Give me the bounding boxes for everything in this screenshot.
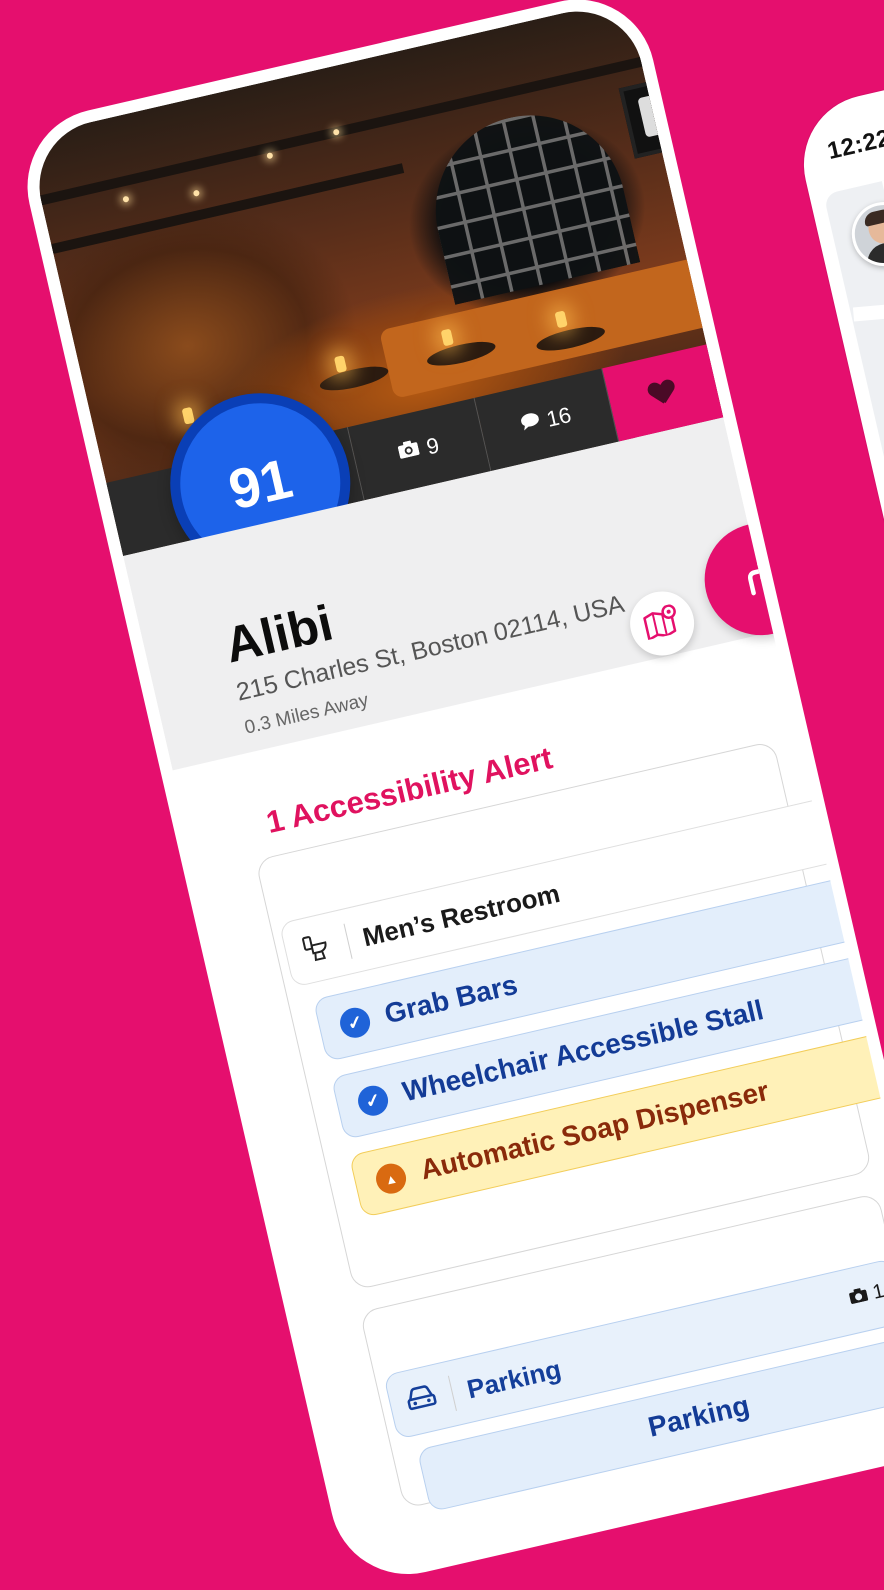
- feature-label: Parking: [645, 1389, 753, 1443]
- map-pin-icon: [641, 602, 684, 644]
- user-avatar[interactable]: [845, 195, 884, 273]
- warning-triangle-icon: ▲: [373, 1160, 410, 1197]
- feature-label: Grab Bars: [381, 968, 521, 1030]
- speech-bubble-icon: [519, 411, 541, 436]
- status-bar-time: 12:22: [824, 124, 884, 166]
- restroom-label: Men’s Restroom: [359, 877, 563, 953]
- photos-count: 9: [423, 431, 442, 460]
- expand-restroom-button[interactable]: +: [801, 742, 832, 788]
- car-icon: [404, 1383, 438, 1417]
- camera-icon: [849, 1288, 869, 1304]
- checkmark-icon: ✓: [337, 1004, 374, 1041]
- parking-label: Parking: [464, 1353, 564, 1405]
- turn-right-arrow-icon: [739, 555, 783, 603]
- main-phone: 9 16 91 Alibi 215 Charles St, Boston 021…: [12, 0, 884, 1590]
- camera-icon: [397, 439, 421, 464]
- checkmark-icon: ✓: [355, 1082, 392, 1119]
- toilet-icon: [299, 931, 333, 965]
- parking-photo-count-value: 1: [870, 1279, 884, 1304]
- parking-photo-count[interactable]: 1: [848, 1280, 884, 1310]
- comments-count: 16: [543, 401, 574, 432]
- place-detail-screen: 9 16 91 Alibi 215 Charles St, Boston 021…: [26, 0, 884, 1576]
- heart-icon: [647, 378, 678, 407]
